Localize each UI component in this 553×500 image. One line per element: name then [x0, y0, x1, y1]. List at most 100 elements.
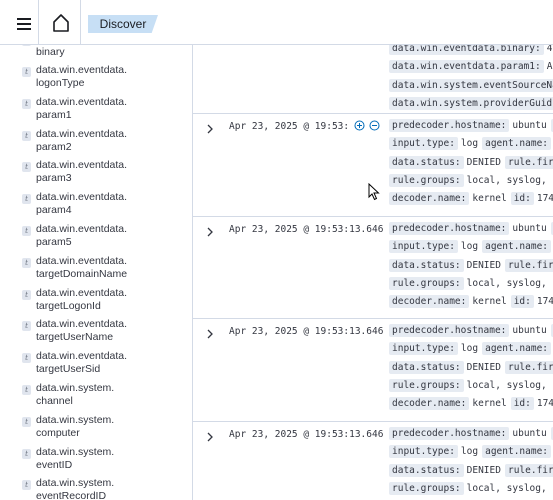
- field-value-pair: decoder.name: kernel: [389, 192, 507, 206]
- field-key: agent.name:: [482, 342, 552, 356]
- string-type-icon: t: [22, 130, 31, 141]
- field-key: id:: [510, 397, 534, 411]
- field-value: log: [460, 446, 479, 458]
- string-type-icon: t: [22, 321, 31, 332]
- menu-button[interactable]: [9, 13, 39, 35]
- sidebar-field-item[interactable]: t data.win.eventdata. targetLogonId: [22, 287, 127, 313]
- field-value-pair: predecoder.hostname: ubuntu: [389, 119, 547, 133]
- document-table: data.win.eventdata.binary:4100data.win.e…: [193, 45, 553, 500]
- row-timestamp: Apr 23, 2025 @ 19:53:13.646: [229, 429, 384, 440]
- field-value-pair: rule.groups:local, syslog, ap: [389, 378, 553, 393]
- sidebar-field-label: data.win.eventdata. param2: [36, 127, 128, 153]
- field-value-pair: id:1745: [510, 397, 553, 411]
- field-key: rule.groups:: [389, 173, 464, 187]
- field-value: DENIED: [466, 156, 501, 168]
- string-type-icon: t: [22, 67, 31, 77]
- sidebar-field-label: data.win.eventdata. targetUserName: [36, 318, 128, 344]
- chevron-right-icon[interactable]: [204, 123, 216, 135]
- menu-icon: [17, 18, 31, 30]
- sidebar-field-label: data.win.eventdata. logonType: [36, 64, 128, 89]
- field-value-pair: data.status: DENIED: [389, 463, 501, 478]
- field-key: input.type:: [389, 137, 458, 151]
- field-value-pair: agent.name:u: [482, 240, 553, 254]
- field-value: log: [460, 138, 479, 150]
- header-divider: [80, 0, 81, 44]
- field-value-pair: decoder.name: kernel: [389, 295, 507, 309]
- document-field-line: data.win.eventdata.binary:4100: [389, 45, 553, 56]
- field-value-pair: agent.name:u: [482, 342, 553, 356]
- field-key: data.status:: [389, 258, 464, 272]
- field-value: 1745: [536, 193, 553, 205]
- row-divider: [193, 216, 553, 217]
- document-field-line: input.type:log agent.name:u: [389, 342, 553, 356]
- field-key: data.status:: [389, 360, 464, 374]
- document-field-line: rule.groups:local, syslog, ap: [389, 276, 553, 291]
- sidebar-field-item[interactable]: t data.win.eventdata. binary: [22, 45, 127, 59]
- field-value-pair: input.type: log: [389, 240, 478, 254]
- field-value-pair: input.type: log: [389, 342, 478, 356]
- field-value-pair: predecoder.hostname: ubuntu: [389, 427, 547, 441]
- field-key: predecoder.hostname:: [389, 427, 510, 440]
- document-field-line: decoder.name:kernelid:1745: [389, 192, 553, 206]
- field-key: data.win.system.providerGuid:: [389, 96, 553, 110]
- field-value: ubuntu: [512, 223, 547, 234]
- magnify-plus-icon[interactable]: [354, 120, 365, 131]
- document-field-line: data.status:DENIEDrule.fire: [389, 360, 553, 375]
- row-divider: [193, 113, 553, 114]
- field-key: agent.name:: [482, 445, 552, 459]
- string-type-icon: t: [22, 289, 31, 300]
- sidebar-field-item[interactable]: t data.win.eventdata. param2: [22, 128, 127, 154]
- field-value-pair: predecoder.hostname: ubuntu: [389, 324, 547, 338]
- document-field-line: data.win.eventdata.param1:Amaz: [389, 60, 553, 74]
- sidebar-field-label: data.win.eventdata. targetLogonId: [36, 286, 128, 312]
- magnify-minus-icon[interactable]: [369, 120, 380, 131]
- sidebar-field-item[interactable]: t data.win.eventdata. targetUserName: [22, 318, 127, 344]
- field-key: agent.name:: [482, 137, 552, 151]
- sidebar-field-item[interactable]: t data.win.eventdata. targetDomainName: [22, 255, 127, 281]
- document-field-line: data.status:DENIEDrule.fire: [389, 463, 553, 478]
- field-value-pair: input.type: log: [389, 137, 478, 151]
- sidebar-field-label: data.win.eventdata. targetDomainName: [36, 254, 128, 280]
- home-button[interactable]: [48, 10, 74, 36]
- chevron-right-icon[interactable]: [204, 328, 216, 340]
- field-key: input.type:: [389, 342, 458, 356]
- document-field-line: predecoder.hostname:ubuntup: [389, 427, 553, 441]
- field-value: log: [460, 241, 479, 253]
- sidebar-field-item[interactable]: t data.win.eventdata. param3: [22, 159, 127, 185]
- sidebar-field-item[interactable]: t data.win.eventdata. param1: [22, 96, 127, 122]
- field-value: local, syslog, ap: [466, 174, 553, 186]
- row-timestamp: Apr 23, 2025 @ 19:53:13.646: [229, 326, 384, 337]
- document-field-line: data.status:DENIEDrule.fire: [389, 258, 553, 273]
- breadcrumb-discover[interactable]: Discover: [88, 15, 158, 33]
- string-type-icon: t: [22, 194, 31, 205]
- sidebar-field-item[interactable]: t data.win.eventdata. targetUserSid: [22, 350, 127, 376]
- sidebar-field-item[interactable]: t data.win.eventdata. param5: [22, 223, 127, 249]
- field-value: ubuntu: [512, 120, 547, 131]
- field-value-pair: rule.groups:local, syslog, ap: [389, 481, 553, 496]
- document-field-line: predecoder.hostname:ubuntup: [389, 324, 553, 338]
- field-key: input.type:: [389, 445, 458, 459]
- field-value: local, syslog, ap: [466, 379, 553, 391]
- sidebar-field-item[interactable]: t data.win.system. eventID: [22, 446, 114, 472]
- field-value-pair: data.status: DENIED: [389, 360, 501, 375]
- field-value-pair: agent.name:u: [482, 137, 553, 151]
- field-key: rule.fire: [504, 258, 553, 272]
- field-key: rule.groups:: [389, 378, 464, 392]
- document-field-line: input.type:logagent.name:u: [389, 445, 553, 459]
- sidebar-field-item[interactable]: t data.win.system. channel: [22, 382, 114, 408]
- field-value-pair: rule.groups:local, syslog, ap: [389, 276, 553, 291]
- chevron-right-icon[interactable]: [204, 431, 216, 443]
- field-key: decoder.name:: [389, 192, 470, 206]
- field-key: decoder.name:: [389, 397, 470, 411]
- sidebar-field-item[interactable]: t data.win.system. eventRecordID: [22, 477, 114, 500]
- sidebar-field-item[interactable]: t data.win.system. computer: [22, 414, 114, 440]
- sidebar-field-item[interactable]: t data.win.eventdata. logonType: [22, 64, 127, 90]
- field-value-pair: rule.fire: [504, 155, 553, 170]
- field-value-pair: data.win.eventdata.binary:4100: [389, 45, 553, 56]
- sidebar-field-label: data.win.eventdata. binary: [36, 46, 65, 58]
- sidebar-field-item[interactable]: t data.win.eventdata. param4: [22, 191, 127, 217]
- field-key: agent.name:: [482, 240, 552, 254]
- chevron-right-icon[interactable]: [204, 226, 216, 238]
- field-value: ubuntu: [512, 428, 547, 439]
- field-key: data.win.eventdata.binary:: [389, 45, 544, 55]
